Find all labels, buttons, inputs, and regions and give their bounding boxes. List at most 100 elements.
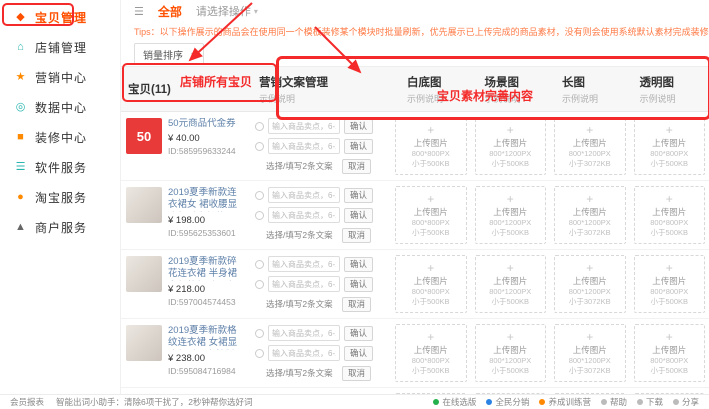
sellpoint-radio[interactable] xyxy=(255,122,264,131)
product-title-link[interactable]: 50元商品代金券 xyxy=(168,118,236,130)
upload-box[interactable]: + 上传图片 800*800PX 小于500KB xyxy=(395,255,467,313)
upload-cell: + 上传图片 800*1200PX 小于500KB xyxy=(471,250,551,318)
sellpoint-input[interactable] xyxy=(268,276,340,292)
menu-icon[interactable]: ☰ xyxy=(134,5,144,18)
sellpoint-radio[interactable] xyxy=(255,142,264,151)
sellpoint-input[interactable] xyxy=(268,256,340,272)
cancel-button[interactable]: 取消 xyxy=(342,228,371,243)
product-title-link[interactable]: 2019夏季新款格纹连衣裙 女裙显瘦气质风衣韩版 xyxy=(168,325,241,350)
sidebar-item[interactable]: ▲ 商户服务 xyxy=(0,212,120,242)
confirm-button[interactable]: 确认 xyxy=(344,188,373,203)
plus-icon: + xyxy=(507,331,514,343)
sidebar-item[interactable]: ☰ 软件服务 xyxy=(0,152,120,182)
sidebar-item[interactable]: ⌂ 店铺管理 xyxy=(0,32,120,62)
status-item[interactable]: 全民分销 xyxy=(486,396,529,408)
column-example-link[interactable]: 示例说明 xyxy=(640,92,702,105)
upload-size: 800*1200PX xyxy=(569,218,611,227)
upload-box[interactable]: + 上传图片 800*1200PX 小于500KB xyxy=(475,117,547,175)
tab-all[interactable]: 全部 xyxy=(158,3,182,20)
sidebar-item-label: 软件服务 xyxy=(35,159,87,176)
copy-select-link[interactable]: 选择/填写2条文案 xyxy=(266,229,338,241)
status-item[interactable]: 养成训练营 xyxy=(539,396,591,408)
upload-box[interactable]: + 上传图片 800*800PX 小于500KB xyxy=(634,117,706,175)
upload-box[interactable]: + 上传图片 800*1200PX 小于3072KB xyxy=(554,117,626,175)
sort-row: 销量排序 ▾ xyxy=(120,42,709,66)
upload-cell: + 上传图片 800*1200PX 小于3072KB xyxy=(550,112,630,180)
plus-icon: + xyxy=(586,193,593,205)
sellpoint-input[interactable] xyxy=(268,345,340,361)
sellpoint-input[interactable] xyxy=(268,187,340,203)
upload-box[interactable]: + 上传图片 800*1200PX 小于500KB xyxy=(475,186,547,244)
sellpoint-input[interactable] xyxy=(268,118,340,134)
column-example-link[interactable]: 示例说明 xyxy=(407,92,469,105)
action-select-dropdown[interactable]: 请选择操作 ▾ xyxy=(196,3,258,19)
upload-box[interactable]: + 上传图片 800*800PX 小于500KB xyxy=(634,324,706,382)
upload-box[interactable]: + 上传图片 800*1200PX 小于3072KB xyxy=(554,255,626,313)
column-label: 营销文案管理 xyxy=(259,74,391,90)
upload-box[interactable]: + 上传图片 800*1200PX 小于3072KB xyxy=(554,186,626,244)
copy-select-link[interactable]: 选择/填写2条文案 xyxy=(266,160,338,172)
upload-box[interactable]: + 上传图片 800*800PX 小于500KB xyxy=(395,324,467,382)
cancel-button[interactable]: 取消 xyxy=(342,297,371,312)
confirm-button[interactable]: 确认 xyxy=(344,326,373,341)
confirm-button[interactable]: 确认 xyxy=(344,139,373,154)
status-item[interactable]: 在线选版 xyxy=(433,396,476,408)
plus-icon: + xyxy=(586,331,593,343)
upload-limit: 小于3072KB xyxy=(569,228,611,237)
upload-cell: + 上传图片 800*1200PX 小于3072KB xyxy=(550,319,630,387)
sidebar-item[interactable]: ● 淘宝服务 xyxy=(0,182,120,212)
confirm-button[interactable]: 确认 xyxy=(344,208,373,223)
confirm-button[interactable]: 确认 xyxy=(344,119,373,134)
status-item[interactable]: 帮助 xyxy=(601,396,627,408)
upload-label: 上传图片 xyxy=(573,344,607,356)
product-title-link[interactable]: 2019夏季新款碎花连衣裙 半身裙女长款气质显瘦 xyxy=(168,256,241,281)
sort-dropdown[interactable]: 销量排序 ▾ xyxy=(134,43,204,65)
upload-size: 800*1200PX xyxy=(489,356,531,365)
plus-icon: + xyxy=(427,124,434,136)
sellpoint-radio[interactable] xyxy=(255,260,264,269)
column-example-link[interactable]: 示例说明 xyxy=(485,92,547,105)
upload-box[interactable]: + 上传图片 800*1200PX 小于500KB xyxy=(475,255,547,313)
plus-icon: + xyxy=(427,331,434,343)
table-row: 50 50元商品代金券 ¥ 40.00 ID:585959633244 确认 确… xyxy=(120,112,709,181)
sidebar-item[interactable]: ◎ 数据中心 xyxy=(0,92,120,122)
confirm-button[interactable]: 确认 xyxy=(344,277,373,292)
sellpoint-radio[interactable] xyxy=(255,329,264,338)
upload-limit: 小于500KB xyxy=(650,228,688,237)
status-dot-icon xyxy=(673,399,679,405)
product-title-link[interactable]: 2019夏季新款连衣裙女 裙收腰显瘦气质中长款 xyxy=(168,187,241,212)
upload-limit: 小于500KB xyxy=(650,159,688,168)
sidebar-item[interactable]: ◆ 宝贝管理 xyxy=(0,2,120,32)
confirm-button[interactable]: 确认 xyxy=(344,346,373,361)
copy-select-link[interactable]: 选择/填写2条文案 xyxy=(266,367,338,379)
product-cell: 2019夏季新款格纹连衣裙 女裙显瘦气质风衣韩版 ¥ 238.00 ID:595… xyxy=(120,319,247,387)
upload-box[interactable]: + 上传图片 800*800PX 小于500KB xyxy=(395,117,467,175)
cancel-button[interactable]: 取消 xyxy=(342,159,371,174)
upload-size: 800*1200PX xyxy=(489,287,531,296)
column-example-link[interactable]: 示例说明 xyxy=(259,92,391,105)
sellpoint-radio[interactable] xyxy=(255,349,264,358)
status-item[interactable]: 分享 xyxy=(673,396,699,408)
upload-box[interactable]: + 上传图片 800*800PX 小于500KB xyxy=(634,186,706,244)
cancel-button[interactable]: 取消 xyxy=(342,366,371,381)
column-header: 营销文案管理 示例说明 xyxy=(251,67,399,111)
copy-cell: 确认 确认 选择/填写2条文案 取消 xyxy=(247,112,391,180)
sellpoint-input[interactable] xyxy=(268,138,340,154)
sellpoint-input[interactable] xyxy=(268,207,340,223)
sidebar-item[interactable]: ■ 装修中心 xyxy=(0,122,120,152)
sellpoint-radio[interactable] xyxy=(255,280,264,289)
upload-size: 800*1200PX xyxy=(569,149,611,158)
upload-box[interactable]: + 上传图片 800*800PX 小于500KB xyxy=(395,186,467,244)
confirm-button[interactable]: 确认 xyxy=(344,257,373,272)
upload-limit: 小于500KB xyxy=(491,159,529,168)
upload-box[interactable]: + 上传图片 800*800PX 小于500KB xyxy=(634,255,706,313)
upload-box[interactable]: + 上传图片 800*1200PX 小于3072KB xyxy=(554,324,626,382)
sellpoint-radio[interactable] xyxy=(255,211,264,220)
copy-select-link[interactable]: 选择/填写2条文案 xyxy=(266,298,338,310)
upload-box[interactable]: + 上传图片 800*1200PX 小于500KB xyxy=(475,324,547,382)
sellpoint-radio[interactable] xyxy=(255,191,264,200)
status-item[interactable]: 下载 xyxy=(637,396,663,408)
sellpoint-input[interactable] xyxy=(268,325,340,341)
column-example-link[interactable]: 示例说明 xyxy=(562,92,624,105)
sidebar-item[interactable]: ★ 营销中心 xyxy=(0,62,120,92)
